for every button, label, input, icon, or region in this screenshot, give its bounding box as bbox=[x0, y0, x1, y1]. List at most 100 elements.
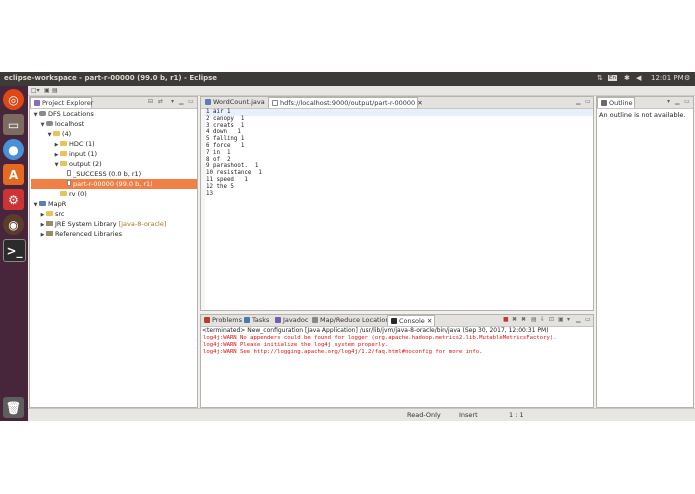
tree-item-dfs-locations[interactable]: ▼ DFS Locations bbox=[32, 109, 94, 119]
save-icon[interactable]: ▣ bbox=[44, 87, 50, 94]
files-icon[interactable]: ▭ bbox=[3, 114, 24, 135]
settings-icon[interactable]: ⚙ bbox=[3, 189, 24, 210]
dfs-icon bbox=[39, 111, 46, 116]
tree-label: rv (0) bbox=[69, 190, 87, 198]
console-line: log4j:WARN See http://logging.apache.org… bbox=[203, 349, 483, 355]
collapse-icon[interactable]: ▼ bbox=[39, 120, 46, 130]
view-menu-icon[interactable]: ▾ bbox=[667, 98, 670, 105]
status-mode: Read-Only bbox=[407, 411, 441, 419]
tab-problems[interactable]: Problems bbox=[201, 315, 245, 326]
ubuntu-dash-icon[interactable]: ◎ bbox=[3, 89, 24, 110]
tree-label: MapR bbox=[48, 200, 67, 208]
close-icon[interactable]: ✕ bbox=[417, 99, 422, 107]
library-icon bbox=[46, 231, 53, 236]
minimize-icon[interactable]: ▁ bbox=[576, 98, 581, 105]
tree-item-rv[interactable]: rv (0) bbox=[53, 189, 87, 199]
editor-line: 10 resistance 1 bbox=[206, 170, 262, 177]
desktop-screenshot: eclipse-workspace - part-r-00000 (99.0 b… bbox=[0, 72, 695, 421]
scroll-lock-icon[interactable]: ⇩ bbox=[540, 316, 545, 323]
collapse-icon[interactable]: ▼ bbox=[32, 110, 39, 120]
tree-label: output (2) bbox=[69, 160, 102, 168]
collapse-icon[interactable]: ▼ bbox=[53, 160, 60, 170]
tree-item-output[interactable]: ▼ output (2) bbox=[53, 159, 102, 169]
tab-tasks[interactable]: Tasks bbox=[241, 315, 272, 326]
collapse-all-icon[interactable]: ⊟ bbox=[148, 98, 153, 105]
editor-line: 6 force 1 bbox=[206, 143, 245, 149]
project-icon bbox=[39, 201, 46, 206]
tab-part-r-00000[interactable]: hdfs://localhost:9000/output/part-r-0000… bbox=[268, 97, 423, 108]
clock[interactable]: 12:01 PM bbox=[651, 74, 684, 82]
tab-label: Console bbox=[399, 317, 425, 325]
open-console-icon[interactable]: ▾ bbox=[567, 316, 570, 323]
collapse-icon[interactable]: ▼ bbox=[46, 130, 53, 140]
tab-javadoc[interactable]: Javadoc bbox=[272, 315, 311, 326]
minimize-icon[interactable]: ▁ bbox=[179, 98, 184, 105]
terminal-icon[interactable]: >_ bbox=[3, 239, 26, 262]
tree-label: part-r-00000 (99.0 b, r1) bbox=[73, 180, 153, 188]
view-menu-icon[interactable]: ▾ bbox=[171, 98, 174, 105]
tree-item-localhost[interactable]: ▼ localhost bbox=[39, 119, 85, 130]
trash-icon[interactable]: 🗑 bbox=[3, 397, 24, 418]
tab-wordcount-java[interactable]: WordCount.java bbox=[202, 97, 272, 108]
hadoop-icon bbox=[46, 121, 53, 126]
folder-icon bbox=[60, 161, 67, 166]
terminate-icon[interactable]: ■ bbox=[503, 316, 509, 323]
collapse-icon[interactable]: ▼ bbox=[32, 200, 39, 210]
keyboard-indicator[interactable]: En bbox=[608, 75, 617, 81]
remove-all-icon[interactable]: ✖ bbox=[521, 316, 526, 323]
java-file-icon bbox=[205, 99, 211, 105]
clear-console-icon[interactable]: ▤ bbox=[531, 316, 537, 323]
editor-line: 3 creats 1 bbox=[206, 122, 245, 129]
status-bar: Read-Only Insert 1 : 1 bbox=[28, 408, 695, 421]
tab-outline[interactable]: Outline bbox=[597, 97, 635, 108]
tree-item-part-r-00000[interactable]: part-r-00000 (99.0 b, r1) bbox=[31, 179, 197, 189]
bluetooth-icon[interactable]: ✱ bbox=[624, 74, 630, 82]
editor-line: 5 falling 1 bbox=[206, 136, 245, 143]
tree-item-success-file[interactable]: _SUCCESS (0.0 b, r1) bbox=[60, 169, 141, 179]
maximize-icon[interactable]: ▭ bbox=[585, 98, 591, 105]
tree-label-suffix: [java-8-oracle] bbox=[118, 220, 167, 228]
tree-item-root-folder[interactable]: ▼ (4) bbox=[46, 129, 72, 140]
tree-label: Referenced Libraries bbox=[55, 230, 122, 238]
network-icon[interactable]: ⇅ bbox=[597, 74, 603, 82]
maximize-icon[interactable]: ▭ bbox=[684, 98, 690, 105]
tree-item-input[interactable]: ▶ input (1) bbox=[53, 149, 97, 159]
project-explorer-icon bbox=[34, 100, 40, 106]
eclipse-icon[interactable]: ◉ bbox=[3, 214, 24, 235]
maximize-icon[interactable]: ▭ bbox=[188, 98, 194, 105]
tree-item-src[interactable]: ▶ src bbox=[39, 209, 65, 219]
status-insert-mode: Insert bbox=[459, 411, 478, 419]
editor-line: 9 parashoot. 1 bbox=[206, 163, 259, 170]
elephant-icon bbox=[312, 317, 318, 323]
tab-mapreduce-locations[interactable]: Map/Reduce Locations bbox=[309, 315, 396, 326]
tree-item-mapr[interactable]: ▼ MapR bbox=[32, 199, 67, 210]
display-console-icon[interactable]: ▣ bbox=[558, 316, 564, 323]
software-center-icon[interactable]: A bbox=[3, 164, 24, 185]
tab-console[interactable]: Console ✕ bbox=[387, 315, 435, 326]
close-icon[interactable]: ✕ bbox=[427, 317, 432, 325]
link-editor-icon[interactable]: ⇄ bbox=[158, 98, 163, 105]
remove-launch-icon[interactable]: ✖ bbox=[512, 316, 517, 323]
minimize-icon[interactable]: ▁ bbox=[576, 316, 581, 323]
volume-icon[interactable]: ◀ bbox=[636, 74, 641, 82]
power-gear-icon[interactable]: ⚙ bbox=[684, 74, 690, 82]
tab-project-explorer[interactable]: Project Explorer bbox=[30, 97, 93, 108]
maximize-icon[interactable]: ▭ bbox=[585, 316, 591, 323]
editor-line: 12 the 5 bbox=[206, 183, 234, 190]
problems-icon bbox=[204, 317, 210, 323]
outline-message: An outline is not available. bbox=[599, 111, 686, 119]
tree-item-hdc[interactable]: ▶ HDC (1) bbox=[53, 139, 95, 149]
new-icon[interactable]: □▾ bbox=[31, 87, 40, 94]
console-header: <terminated> New_configuration [Java App… bbox=[202, 327, 549, 334]
library-icon bbox=[46, 221, 53, 226]
tree-item-referenced-libraries[interactable]: ▶ Referenced Libraries bbox=[39, 229, 122, 239]
save-all-icon[interactable]: ▤ bbox=[52, 87, 58, 94]
pin-console-icon[interactable]: ⊡ bbox=[549, 316, 554, 323]
chrome-icon[interactable]: ● bbox=[3, 139, 24, 160]
editor-line: 2 canopy 1 bbox=[206, 115, 245, 122]
tree-item-jre-library[interactable]: ▶ JRE System Library [java-8-oracle] bbox=[39, 219, 167, 229]
minimize-icon[interactable]: ▁ bbox=[675, 98, 680, 105]
expand-icon[interactable]: ▶ bbox=[39, 230, 46, 240]
javadoc-icon bbox=[275, 317, 281, 323]
editor-line: 7 in 1 bbox=[206, 149, 231, 156]
